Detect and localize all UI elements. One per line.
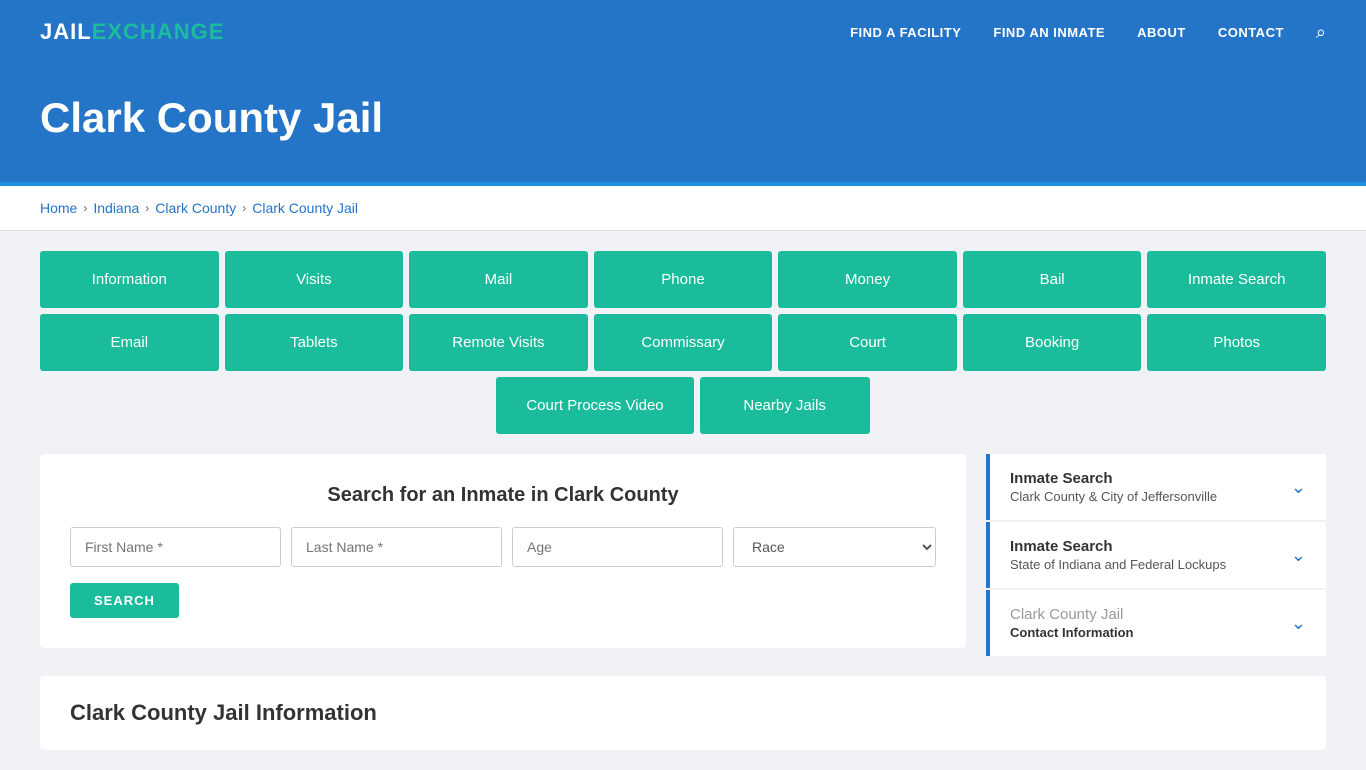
inmate-search-box: Search for an Inmate in Clark County Rac… — [40, 454, 966, 648]
button-grid-row3: Court Process Video Nearby Jails — [40, 377, 1326, 434]
breadcrumb-home[interactable]: Home — [40, 200, 77, 216]
btn-court[interactable]: Court — [778, 314, 957, 371]
btn-photos[interactable]: Photos — [1147, 314, 1326, 371]
sidebar-item-inmate-search-2[interactable]: Inmate Search State of Indiana and Feder… — [986, 522, 1326, 588]
page-title: Clark County Jail — [40, 94, 1326, 142]
nav-find-inmate[interactable]: FIND AN INMATE — [993, 25, 1105, 40]
btn-nearby-jails[interactable]: Nearby Jails — [700, 377, 870, 434]
btn-remote-visits[interactable]: Remote Visits — [409, 314, 588, 371]
logo-exchange-text: EXCHANGE — [92, 19, 225, 45]
sidebar-item-1-title: Inmate Search — [1010, 470, 1217, 487]
logo[interactable]: JAIL EXCHANGE — [40, 19, 224, 45]
search-button[interactable]: SEARCH — [70, 583, 179, 618]
sidebar-item-2-subtitle: State of Indiana and Federal Lockups — [1010, 557, 1226, 572]
btn-visits[interactable]: Visits — [225, 251, 404, 308]
btn-commissary[interactable]: Commissary — [594, 314, 773, 371]
nav-about[interactable]: ABOUT — [1137, 25, 1186, 40]
first-name-input[interactable] — [70, 527, 281, 567]
btn-booking[interactable]: Booking — [963, 314, 1142, 371]
breadcrumb-wrapper: Home › Indiana › Clark County › Clark Co… — [0, 186, 1366, 231]
chevron-down-icon-2: ⌄ — [1291, 545, 1306, 566]
chevron-down-icon-3: ⌄ — [1291, 613, 1306, 634]
nav-contact[interactable]: CONTACT — [1218, 25, 1284, 40]
sidebar-item-inmate-search-1[interactable]: Inmate Search Clark County & City of Jef… — [986, 454, 1326, 520]
btn-inmate-search[interactable]: Inmate Search — [1147, 251, 1326, 308]
breadcrumb-sep-3: › — [242, 201, 246, 215]
nav-find-facility[interactable]: FIND A FACILITY — [850, 25, 961, 40]
header: JAIL EXCHANGE FIND A FACILITY FIND AN IN… — [0, 0, 1366, 64]
breadcrumb: Home › Indiana › Clark County › Clark Co… — [40, 200, 1326, 216]
btn-email[interactable]: Email — [40, 314, 219, 371]
bottom-section: Clark County Jail Information — [40, 676, 1326, 750]
sidebar-item-3-text: Clark County Jail Contact Information — [1010, 606, 1134, 640]
sidebar-item-2-text: Inmate Search State of Indiana and Feder… — [1010, 538, 1226, 572]
search-fields: Race White Black Hispanic Asian Other — [70, 527, 936, 567]
main-nav: FIND A FACILITY FIND AN INMATE ABOUT CON… — [850, 22, 1326, 43]
sidebar-item-2-title: Inmate Search — [1010, 538, 1226, 555]
btn-court-process-video[interactable]: Court Process Video — [496, 377, 693, 434]
age-input[interactable] — [512, 527, 723, 567]
breadcrumb-current: Clark County Jail — [252, 200, 358, 216]
sidebar-item-1-text: Inmate Search Clark County & City of Jef… — [1010, 470, 1217, 504]
hero-section: Clark County Jail — [0, 64, 1366, 186]
button-grid-row1: Information Visits Mail Phone Money Bail… — [40, 251, 1326, 308]
btn-phone[interactable]: Phone — [594, 251, 773, 308]
breadcrumb-indiana[interactable]: Indiana — [93, 200, 139, 216]
search-icon-button[interactable]: ⌕ — [1316, 22, 1326, 43]
logo-jail-text: JAIL — [40, 19, 92, 45]
sidebar-item-contact-info[interactable]: Clark County Jail Contact Information ⌄ — [986, 590, 1326, 656]
btn-mail[interactable]: Mail — [409, 251, 588, 308]
sidebar: Inmate Search Clark County & City of Jef… — [986, 454, 1326, 656]
bottom-title: Clark County Jail Information — [70, 700, 1296, 726]
sidebar-item-3-subtitle: Contact Information — [1010, 625, 1134, 640]
sidebar-item-1-subtitle: Clark County & City of Jeffersonville — [1010, 489, 1217, 504]
main-columns: Search for an Inmate in Clark County Rac… — [40, 454, 1326, 656]
breadcrumb-sep-2: › — [145, 201, 149, 215]
race-select[interactable]: Race White Black Hispanic Asian Other — [733, 527, 936, 567]
last-name-input[interactable] — [291, 527, 502, 567]
breadcrumb-sep-1: › — [83, 201, 87, 215]
btn-tablets[interactable]: Tablets — [225, 314, 404, 371]
content-area: Information Visits Mail Phone Money Bail… — [0, 231, 1366, 770]
sidebar-item-3-title: Clark County Jail — [1010, 606, 1134, 623]
btn-money[interactable]: Money — [778, 251, 957, 308]
button-grid-row2: Email Tablets Remote Visits Commissary C… — [40, 314, 1326, 371]
chevron-down-icon-1: ⌄ — [1291, 477, 1306, 498]
btn-information[interactable]: Information — [40, 251, 219, 308]
search-box-title: Search for an Inmate in Clark County — [70, 484, 936, 507]
btn-bail[interactable]: Bail — [963, 251, 1142, 308]
breadcrumb-clark-county[interactable]: Clark County — [155, 200, 236, 216]
